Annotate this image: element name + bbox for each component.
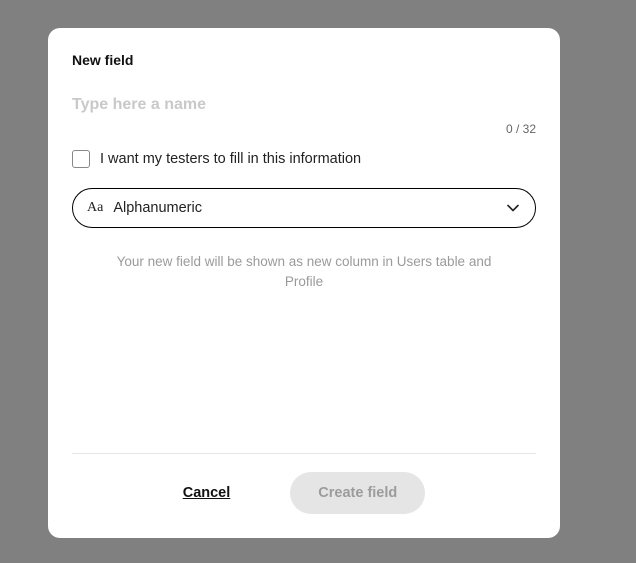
testers-checkbox-row[interactable]: I want my testers to fill in this inform… bbox=[72, 150, 536, 168]
modal-spacer bbox=[72, 291, 536, 453]
field-name-input[interactable] bbox=[72, 96, 536, 114]
new-field-modal: New field 0 / 32 I want my testers to fi… bbox=[48, 28, 560, 538]
testers-checkbox[interactable] bbox=[72, 150, 90, 168]
field-type-selected-label: Alphanumeric bbox=[113, 200, 495, 216]
modal-footer: Cancel Create field bbox=[72, 472, 536, 514]
testers-checkbox-label: I want my testers to fill in this inform… bbox=[100, 151, 361, 167]
modal-title: New field bbox=[72, 52, 536, 68]
footer-divider bbox=[72, 453, 536, 454]
chevron-down-icon bbox=[505, 200, 521, 216]
char-counter: 0 / 32 bbox=[72, 122, 536, 136]
info-text: Your new field will be shown as new colu… bbox=[72, 252, 536, 291]
alphanumeric-type-icon: Aa bbox=[87, 200, 103, 216]
cancel-button[interactable]: Cancel bbox=[183, 485, 231, 501]
create-field-button[interactable]: Create field bbox=[290, 472, 425, 514]
field-type-select[interactable]: Aa Alphanumeric bbox=[72, 188, 536, 228]
